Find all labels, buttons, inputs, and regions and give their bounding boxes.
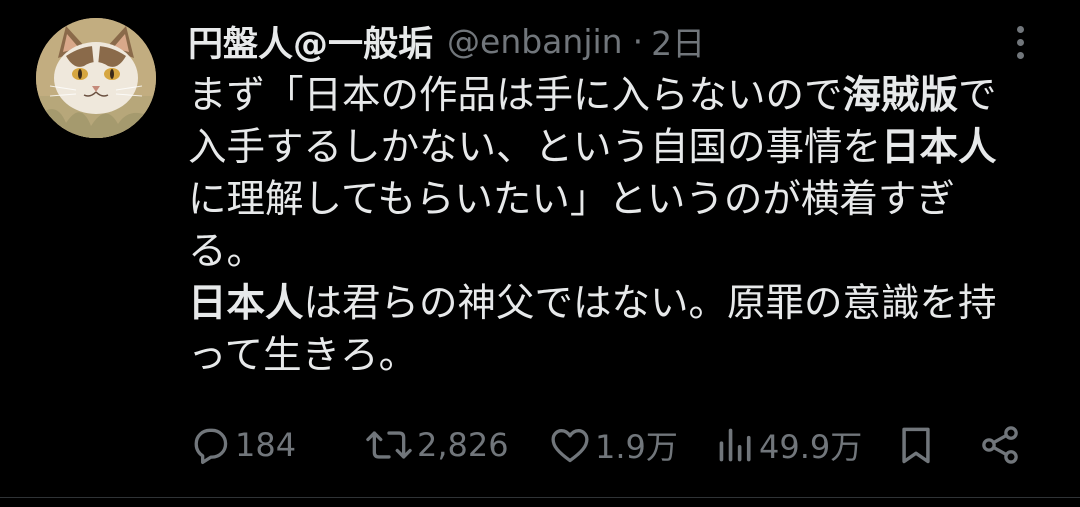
tweet-text-line: る。: [188, 226, 1038, 278]
tweet-text-segment: 入手するしかない、という自国の事情を: [188, 125, 882, 170]
tweet-text-line: まず「日本の作品は手に入らないので海賊版で: [188, 70, 1038, 122]
retweet-button[interactable]: 2,826: [364, 418, 509, 472]
tweet-text-segment: って生きろ。: [188, 333, 418, 378]
tweet-timestamp[interactable]: 2日: [651, 17, 705, 65]
tweet-text-line: って生きろ。: [188, 330, 1038, 382]
tweet-text-line: 日本人は君らの神父ではない。原罪の意識を持: [188, 278, 1038, 330]
share-icon: [982, 426, 1018, 464]
separator-dot: ·: [632, 21, 644, 61]
tweet-text-bold-segment: 海賊版: [842, 73, 959, 118]
bookmark-icon: [902, 427, 930, 464]
tweet-text: まず「日本の作品は手に入らないので海賊版で 入手するしかない、という自国の事情を日…: [188, 70, 1038, 382]
views-button[interactable]: 49.9万: [716, 418, 862, 472]
views-chart-icon: [719, 428, 751, 462]
more-options-button[interactable]: [1004, 20, 1036, 64]
tweet-text-segment: まず「日本の作品は手に入らないので: [188, 73, 843, 118]
more-dot-icon: [1016, 38, 1024, 46]
retweet-count: 2,826: [417, 426, 509, 464]
author-display-name[interactable]: 円盤人@一般垢: [188, 16, 433, 67]
tweet-text-bold-segment: 日本人: [188, 281, 304, 326]
heart-icon: [551, 429, 589, 463]
more-dot-icon: [1016, 51, 1024, 59]
tweet-text-segment: に理解してもらいたい」というのが横着すぎ: [188, 177, 955, 222]
reply-icon: [194, 428, 228, 465]
tweet-text-line: に理解してもらいたい」というのが横着すぎ: [188, 174, 1038, 226]
more-dot-icon: [1016, 25, 1024, 33]
view-count: 49.9万: [759, 428, 863, 466]
like-count: 1.9万: [595, 428, 678, 466]
bookmark-button[interactable]: [894, 418, 938, 472]
tweet-divider: [0, 497, 1080, 498]
tweet-text-segment: る。: [188, 229, 266, 274]
author-handle[interactable]: @enbanjin: [447, 22, 623, 61]
share-button[interactable]: [978, 418, 1022, 472]
tweet-text-segment: は君らの神父ではない。原罪の意識を持: [303, 281, 997, 326]
retweet-icon: [366, 431, 412, 459]
reply-button[interactable]: 184: [188, 418, 296, 472]
tweet-actions: 184 2,826 1.9万 49.9万: [188, 418, 1038, 472]
cat-avatar-icon[interactable]: [36, 18, 156, 138]
reply-count: 184: [235, 426, 297, 464]
tweet-text-segment: で: [958, 73, 997, 118]
like-button[interactable]: 1.9万: [548, 418, 678, 472]
tweet-text-line: 入手するしかない、という自国の事情を日本人: [188, 122, 1038, 174]
tweet-header: 円盤人@一般垢 @enbanjin · 2日: [188, 16, 705, 67]
tweet[interactable]: 円盤人@一般垢 @enbanjin · 2日 まず「日本の作品は手に入らないので…: [0, 0, 1080, 507]
tweet-text-bold-segment: 日本人: [881, 125, 997, 170]
